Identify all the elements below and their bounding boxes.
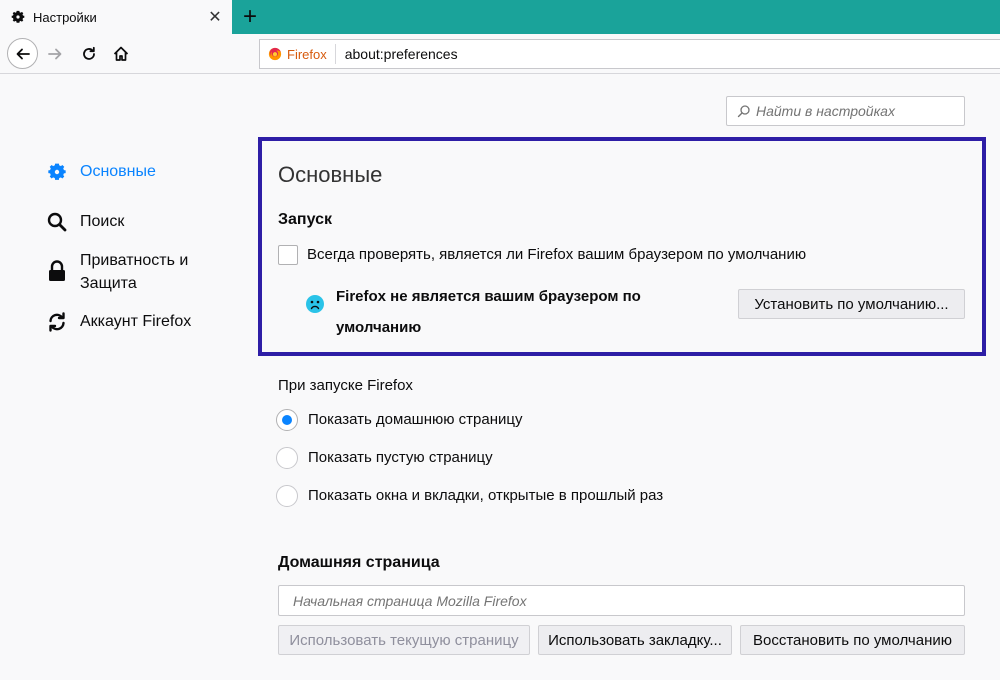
close-icon[interactable]: ✕ xyxy=(204,6,226,28)
default-browser-checkbox[interactable] xyxy=(278,245,298,265)
tab-title: Настройки xyxy=(33,9,97,25)
not-default-message-line1: Firefox не является вашим браузером по xyxy=(336,288,641,305)
sidebar-item-privacy[interactable]: Приватность и Защита xyxy=(45,249,188,295)
sidebar-item-label: Основные xyxy=(80,163,156,180)
not-default-message-line2: умолчанию xyxy=(336,319,422,336)
page-title: Основные xyxy=(278,162,383,187)
identity-box[interactable]: Firefox xyxy=(260,44,336,64)
homepage-heading: Домашняя страница xyxy=(278,554,440,571)
sidebar-item-firefox-account[interactable]: Аккаунт Firefox xyxy=(45,310,191,334)
radio-restore-session-label[interactable]: Показать окна и вкладки, открытые в прош… xyxy=(308,487,663,504)
default-browser-checkbox-label[interactable]: Всегда проверять, является ли Firefox ва… xyxy=(307,246,806,263)
search-icon xyxy=(737,105,750,118)
sidebar-item-label-line1: Приватность и xyxy=(80,252,189,269)
use-bookmark-button[interactable]: Использовать закладку... xyxy=(538,625,732,655)
home-icon xyxy=(113,46,129,61)
set-default-button[interactable]: Установить по умолчанию... xyxy=(738,289,965,319)
sidebar-item-label: Аккаунт Firefox xyxy=(80,313,192,330)
arrow-right-icon xyxy=(48,48,62,60)
tab-strip: Настройки ✕ + xyxy=(0,0,1000,34)
tab-preferences[interactable]: Настройки ✕ xyxy=(0,0,232,34)
radio-show-homepage[interactable] xyxy=(276,409,298,431)
url-text[interactable]: about:preferences xyxy=(336,46,458,62)
radio-dot xyxy=(282,415,292,425)
navigation-toolbar: Firefox about:preferences xyxy=(0,34,1000,74)
search-placeholder: Найти в настройках xyxy=(756,103,895,119)
reload-button[interactable] xyxy=(74,39,104,69)
sidebar-item-general[interactable]: Основные xyxy=(45,160,156,184)
firefox-logo-icon xyxy=(268,47,282,61)
preferences-search-input[interactable]: Найти в настройках xyxy=(726,96,965,126)
radio-restore-session[interactable] xyxy=(276,485,298,507)
radio-show-homepage-label[interactable]: Показать домашнюю страницу xyxy=(308,411,522,428)
startup-heading: Запуск xyxy=(278,211,332,228)
homepage-url-input[interactable] xyxy=(278,585,965,616)
search-icon xyxy=(45,210,69,234)
radio-show-blank-page-label[interactable]: Показать пустую страницу xyxy=(308,449,493,466)
radio-show-blank-page[interactable] xyxy=(276,447,298,469)
sidebar-item-label: Поиск xyxy=(80,213,125,230)
new-tab-button[interactable]: + xyxy=(236,4,264,30)
sidebar-item-label-line2: Защита xyxy=(80,275,137,292)
startup-options-label: При запуске Firefox xyxy=(278,377,413,394)
arrow-left-icon xyxy=(16,48,30,59)
lock-icon xyxy=(45,259,69,283)
sad-face-icon xyxy=(306,295,324,313)
reload-icon xyxy=(83,46,95,60)
use-current-page-button[interactable]: Использовать текущую страницу xyxy=(278,625,530,655)
back-button[interactable] xyxy=(7,38,38,69)
sync-icon xyxy=(45,310,69,334)
gear-icon xyxy=(10,9,26,25)
identity-label: Firefox xyxy=(287,46,327,62)
home-button[interactable] xyxy=(106,39,136,69)
url-bar[interactable]: Firefox about:preferences xyxy=(259,39,1000,69)
sidebar-item-search[interactable]: Поиск xyxy=(45,210,124,234)
restore-default-button[interactable]: Восстановить по умолчанию xyxy=(740,625,965,655)
gear-icon xyxy=(45,160,69,184)
not-default-message: Firefox не является вашим браузером по у… xyxy=(336,281,696,343)
forward-button[interactable] xyxy=(40,39,70,69)
